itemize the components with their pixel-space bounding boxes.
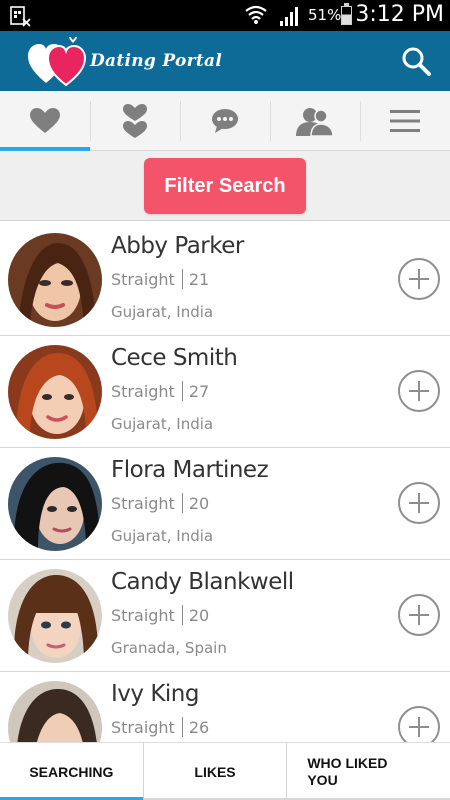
heart-icon: [30, 108, 60, 133]
tab-messages[interactable]: [180, 91, 270, 151]
profile-location: Gujarat, India: [111, 415, 214, 433]
couple-hearts-icon: [123, 104, 147, 138]
tab-label: WHO LIKED YOU: [307, 755, 388, 788]
avatar[interactable]: [8, 345, 102, 439]
profile-name: Cece Smith: [111, 345, 238, 371]
profile-age: 21: [188, 269, 210, 289]
profile-list: Abby Parker Straight 21 Gujarat, India C…: [0, 224, 450, 742]
profile-age: 26: [188, 717, 210, 737]
profile-location: Gujarat, India: [111, 527, 214, 545]
sim-card-icon: [10, 6, 31, 27]
profile-orientation: Straight: [111, 605, 175, 625]
add-friend-button[interactable]: [398, 594, 440, 636]
avatar[interactable]: [8, 233, 102, 327]
status-bar: 51% 3:12 PM: [0, 0, 450, 31]
app-bar: Dating Portal: [0, 31, 450, 91]
filter-area: Filter Search: [0, 151, 450, 221]
tab-who-liked-you[interactable]: WHO LIKED YOU: [286, 743, 450, 800]
profile-orientation: Straight: [111, 269, 175, 289]
profile-row[interactable]: Ivy King Straight 26: [0, 672, 450, 742]
profile-orientation: Straight: [111, 381, 175, 401]
profile-name: Flora Martinez: [111, 457, 269, 483]
divider: [181, 269, 183, 289]
profile-meta: Straight 20: [111, 605, 209, 625]
battery-icon: [341, 3, 352, 25]
profile-age: 20: [188, 605, 210, 625]
tab-label: SEARCHING: [29, 764, 114, 780]
battery-percent: 51%: [308, 6, 342, 24]
tab-contacts[interactable]: [270, 91, 360, 151]
filter-search-button[interactable]: Filter Search: [144, 158, 306, 214]
divider: [181, 717, 183, 737]
profile-row[interactable]: Abby Parker Straight 21 Gujarat, India: [0, 224, 450, 336]
profile-meta: Straight 20: [111, 493, 209, 513]
tab-searching[interactable]: SEARCHING: [0, 743, 143, 800]
screen: 51% 3:12 PM Dating Portal Filter Search …: [0, 0, 450, 800]
profile-meta: Straight 21: [111, 269, 209, 289]
add-friend-button[interactable]: [398, 258, 440, 300]
tab-menu[interactable]: [360, 91, 450, 151]
menu-icon: [390, 110, 420, 132]
tab-favorites[interactable]: [0, 91, 90, 152]
add-friend-button[interactable]: [398, 482, 440, 524]
chat-bubble-icon: [212, 109, 238, 133]
hearts-logo-icon: [28, 37, 87, 87]
tab-bar: [0, 91, 450, 152]
profile-age: 20: [188, 493, 210, 513]
profile-location: Gujarat, India: [111, 303, 214, 321]
tab-label: LIKES: [194, 764, 236, 780]
bottom-tab-bar: SEARCHING LIKES WHO LIKED YOU: [0, 742, 450, 800]
app-title: Dating Portal: [90, 51, 223, 71]
profile-row[interactable]: Cece Smith Straight 27 Gujarat, India: [0, 336, 450, 448]
avatar[interactable]: [8, 569, 102, 663]
tab-matches[interactable]: [90, 91, 180, 151]
divider: [181, 493, 183, 513]
profile-orientation: Straight: [111, 717, 175, 737]
profile-row[interactable]: Candy Blankwell Straight 20 Granada, Spa…: [0, 560, 450, 672]
profile-row[interactable]: Flora Martinez Straight 20 Gujarat, Indi…: [0, 448, 450, 560]
profile-meta: Straight 26: [111, 717, 209, 737]
avatar[interactable]: [8, 457, 102, 551]
clock: 3:12 PM: [355, 2, 444, 27]
tab-likes[interactable]: LIKES: [142, 743, 287, 800]
profile-age: 27: [188, 381, 210, 401]
profile-name: Candy Blankwell: [111, 569, 294, 595]
profile-location: Granada, Spain: [111, 639, 227, 657]
add-friend-button[interactable]: [398, 370, 440, 412]
search-icon[interactable]: [400, 45, 432, 77]
divider: [181, 605, 183, 625]
profile-orientation: Straight: [111, 493, 175, 513]
profile-name: Ivy King: [111, 681, 199, 707]
add-friend-button[interactable]: [398, 706, 440, 742]
signal-icon: [280, 7, 298, 26]
divider: [181, 381, 183, 401]
avatar[interactable]: [8, 681, 102, 742]
wifi-icon: [245, 5, 267, 24]
users-icon: [296, 108, 334, 136]
profile-name: Abby Parker: [111, 233, 244, 259]
profile-meta: Straight 27: [111, 381, 209, 401]
